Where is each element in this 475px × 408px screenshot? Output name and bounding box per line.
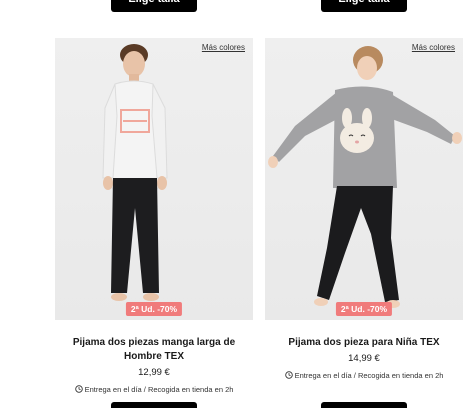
size-button-bottom-right[interactable] [321,402,407,408]
delivery-info: Entrega en el día / Recogida en tienda e… [265,371,463,380]
delivery-text: Entrega en el día / Recogida en tienda e… [84,385,234,394]
girl-in-pajama-image [268,46,462,308]
promo-badge: 2ª Ud. -70% [125,302,183,316]
product-price: 14,99 € [348,353,380,364]
product-image[interactable]: Más colores 2ª Ud. -70% [265,38,463,320]
size-button-top-right[interactable]: Elige talla [321,0,407,12]
size-button-top-left[interactable]: Elige talla [111,0,197,12]
man-in-pajama-image [102,44,168,301]
product-name[interactable]: Pijama dos piezas manga larga de Hombre … [55,336,253,364]
delivery-text: Entrega en el día / Recogida en tienda e… [294,371,444,380]
product-card-girl-pajama[interactable]: Más colores 2ª Ud. -70% Pijama dos pieza… [265,38,463,380]
promo-badge: 2ª Ud. -70% [335,302,393,316]
size-button-bottom-left[interactable] [111,402,197,408]
clock-icon [284,371,293,379]
more-colors-link[interactable]: Más colores [412,43,455,52]
product-price: 12,99 € [138,367,170,378]
product-name[interactable]: Pijama dos pieza para Niña TEX [265,336,463,350]
product-image[interactable]: Más colores 2ª Ud. -70% [55,38,253,320]
clock-icon [74,385,83,393]
delivery-info: Entrega en el día / Recogida en tienda e… [55,385,253,394]
more-colors-link[interactable]: Más colores [202,43,245,52]
product-card-men-pajama[interactable]: Más colores 2ª Ud. -70% Pijama dos pieza… [55,38,253,394]
